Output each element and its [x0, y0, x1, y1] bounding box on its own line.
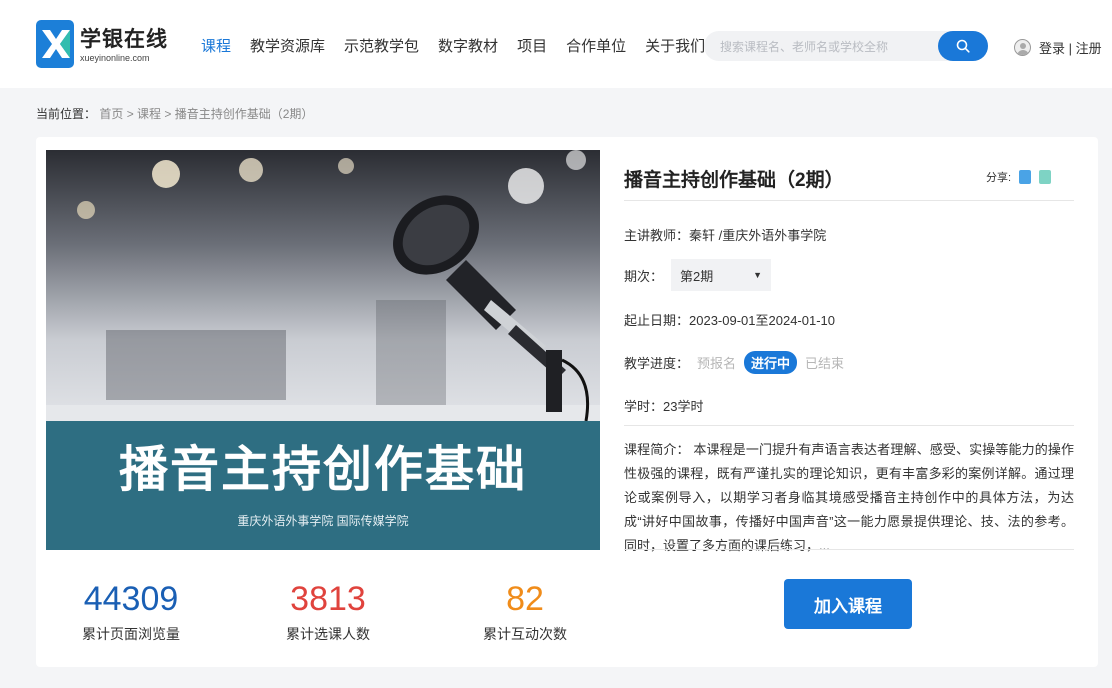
course-title: 播音主持创作基础（2期）: [624, 170, 844, 191]
course-cover-image: 播音主持创作基础 重庆外语外事学院 国际传媒学院: [46, 150, 600, 550]
course-intro: 课程简介： 本课程是一门提升有声语言表达者理解、感受、实操等能力的操作性极强的课…: [624, 442, 1074, 553]
breadcrumb: 当前位置： 首页 > 课程 > 播音主持创作基础（2期）: [36, 105, 313, 122]
term-row: 期次： 第2期 ▼: [624, 259, 772, 291]
stat-enrollments-value: 3813: [290, 580, 366, 618]
nav-item-partners[interactable]: 合作单位: [566, 38, 626, 56]
share-mobile-icon[interactable]: [1019, 170, 1032, 184]
share-qrcode-icon[interactable]: [1039, 170, 1052, 184]
course-hours: 学时：23学时: [624, 399, 704, 414]
nav-item-about[interactable]: 关于我们: [645, 38, 705, 56]
search-input[interactable]: 搜索课程名、老师名或学校全称: [720, 38, 888, 55]
dropdown-arrow-icon: ▼: [753, 270, 763, 280]
cover-title: 播音主持创作基础: [118, 443, 527, 497]
course-teacher: 主讲教师：秦轩 /重庆外语外事学院: [624, 228, 827, 243]
join-course-button[interactable]: 加入课程: [784, 579, 912, 629]
breadcrumb-path[interactable]: 首页 > 课程 > 播音主持创作基础（2期）: [99, 107, 313, 121]
course-dates: 起止日期：2023-09-01至2024-01-10: [624, 313, 835, 328]
nav-item-courses[interactable]: 课程: [201, 38, 231, 56]
header: 学银在线 xueyinonline.com 课程 教学资源库 示范教学包 数字教…: [0, 0, 1112, 88]
divider: [624, 425, 1074, 426]
progress-pre-enroll: 预报名: [697, 356, 737, 371]
microphone-illustration: [46, 150, 600, 421]
stat-interactions-value: 82: [506, 580, 544, 618]
nav-item-digital-textbooks[interactable]: 数字教材: [438, 38, 498, 56]
stat-page-views-value: 44309: [83, 580, 179, 618]
term-select[interactable]: 第2期 ▼: [671, 259, 772, 291]
nav-item-resource-library[interactable]: 教学资源库: [250, 38, 325, 56]
progress-label: 教学进度：: [624, 356, 690, 371]
progress-ended: 已结束: [805, 356, 845, 371]
logo-icon[interactable]: [36, 20, 74, 68]
progress-in-progress: 进行中: [744, 351, 798, 374]
search-box[interactable]: 搜索课程名、老师名或学校全称: [704, 31, 988, 61]
logo-text[interactable]: 学银在线 xueyinonline.com: [80, 28, 168, 64]
divider: [624, 200, 1074, 201]
breadcrumb-label: 当前位置：: [36, 107, 97, 121]
logo-domain: xueyinonline.com: [80, 53, 150, 63]
user-icon: [1014, 39, 1031, 56]
share-bar: 分享:: [986, 169, 1052, 185]
share-label: 分享:: [986, 172, 1012, 184]
nav-item-projects[interactable]: 项目: [517, 38, 547, 56]
search-icon: [956, 39, 970, 53]
stat-enrollments: 3813 累计选课人数: [243, 580, 413, 644]
stat-enrollments-label: 累计选课人数: [286, 626, 370, 642]
stat-page-views: 44309 累计页面浏览量: [46, 580, 216, 644]
stat-interactions-label: 累计互动次数: [483, 626, 567, 642]
divider: [624, 549, 1074, 550]
term-select-value: 第2期: [680, 268, 714, 284]
progress-row: 教学进度： 预报名 进行中 已结束: [624, 351, 852, 374]
search-button[interactable]: [938, 31, 988, 61]
stat-interactions: 82 累计互动次数: [440, 580, 610, 644]
login-register-link[interactable]: 登录 | 注册: [1039, 38, 1102, 57]
stat-page-views-label: 累计页面浏览量: [82, 626, 180, 642]
cover-subtitle: 重庆外语外事学院 国际传媒学院: [237, 514, 409, 528]
logo-name: 学银在线: [80, 28, 168, 51]
term-label: 期次：: [624, 268, 664, 284]
main-nav: 课程 教学资源库 示范教学包 数字教材 项目 合作单位 关于我们: [201, 38, 724, 56]
nav-item-demo-packages[interactable]: 示范教学包: [344, 38, 419, 56]
course-card: 播音主持创作基础 重庆外语外事学院 国际传媒学院 44309 累计页面浏览量 3…: [36, 137, 1098, 667]
login-register[interactable]: 登录 | 注册: [1014, 38, 1102, 57]
